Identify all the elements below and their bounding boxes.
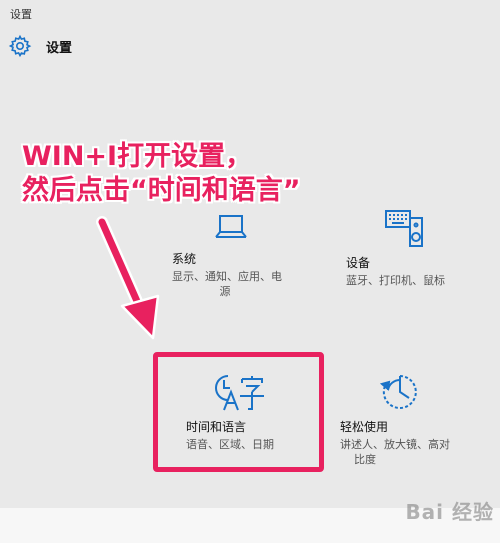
watermark: Bai 经验 (405, 500, 494, 524)
tile-ease-of-access[interactable]: 轻松使用 讲述人、放大镜、高对 比度 (340, 372, 480, 467)
tile-devices-desc: 蓝牙、打印机、鼠标 (346, 274, 445, 287)
laptop-icon (215, 215, 247, 238)
tile-system[interactable]: 系统 显示、通知、应用、电 源 (172, 210, 312, 299)
tile-ease-of-access-desc: 讲述人、放大镜、高对 比度 (340, 438, 450, 466)
instruction-line-1: WIN+I打开设置， (22, 141, 253, 172)
tile-time-language-name: 时间和语言 (186, 420, 247, 434)
tile-time-language-desc: 语音、区域、日期 (186, 438, 274, 451)
instruction-annotation: WIN+I打开设置， 然后点击“时间和语言” (22, 140, 301, 208)
page-title: 设置 (46, 40, 73, 56)
gear-icon (8, 34, 32, 58)
ease-of-access-icon (380, 375, 417, 409)
tile-time-language[interactable]: 时间和语言 语音、区域、日期 (186, 372, 316, 452)
time-language-icon (215, 375, 264, 411)
settings-header: 设置 (8, 34, 72, 58)
tile-system-desc: 显示、通知、应用、电 源 (172, 270, 282, 298)
instruction-line-2: 然后点击“时间和语言” (22, 175, 301, 206)
tile-system-name: 系统 (172, 252, 197, 266)
tile-devices-name: 设备 (346, 256, 371, 270)
tile-ease-of-access-name: 轻松使用 (340, 420, 389, 434)
window-title: 设置 (10, 8, 32, 21)
devices-icon (385, 210, 423, 247)
tile-devices[interactable]: 设备 蓝牙、打印机、鼠标 (346, 208, 476, 288)
